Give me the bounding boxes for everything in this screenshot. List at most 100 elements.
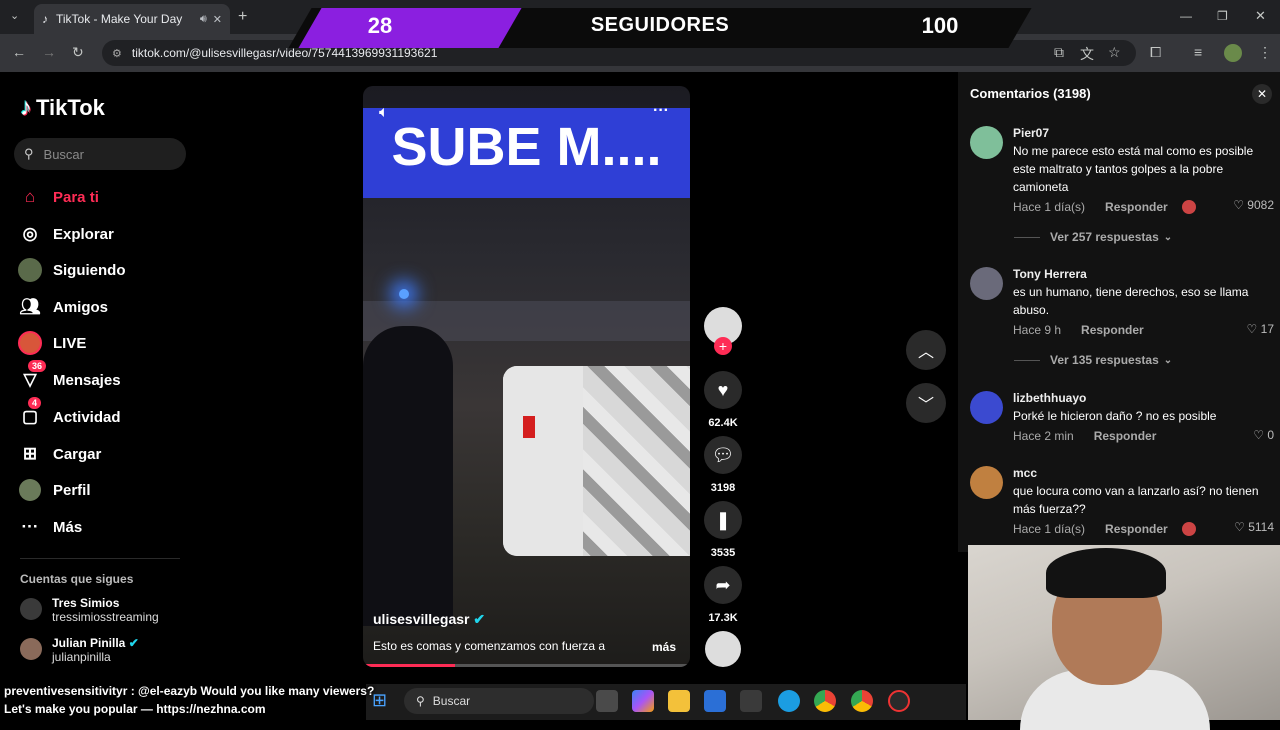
- comment-author[interactable]: mcc: [1013, 466, 1276, 480]
- reply-button[interactable]: Responder: [1105, 522, 1168, 536]
- tab-search-icon[interactable]: ⌄: [10, 9, 19, 22]
- reply-button[interactable]: Responder: [1105, 200, 1168, 214]
- sidebar-item-cargar[interactable]: ⊞ Cargar: [18, 441, 101, 467]
- volume-icon[interactable]: 🔈︎: [379, 104, 389, 122]
- comment-author[interactable]: lizbethhuayo: [1013, 391, 1276, 405]
- creator-avatar-button[interactable]: +: [703, 307, 743, 355]
- follow-plus-icon[interactable]: +: [714, 337, 732, 355]
- video-more-link[interactable]: más: [652, 640, 676, 654]
- sidebar-item-actividad[interactable]: ▢ 4 Actividad: [18, 397, 121, 430]
- back-icon[interactable]: ←: [12, 44, 26, 60]
- reload-icon[interactable]: ↻: [72, 44, 84, 61]
- copilot-icon[interactable]: [632, 690, 654, 712]
- account-name: Julian Pinilla: [52, 636, 126, 650]
- followed-account[interactable]: Julian Pinilla ✔ julianpinilla: [20, 636, 139, 664]
- avatar[interactable]: [970, 391, 1003, 424]
- install-app-icon[interactable]: ⧉: [1054, 44, 1064, 61]
- save-button[interactable]: ❚ 3535: [703, 501, 743, 559]
- reply-button[interactable]: Responder: [1094, 429, 1157, 443]
- reading-list-icon[interactable]: ≡: [1194, 44, 1202, 60]
- video-author-name: ulisesvillegasr: [373, 611, 470, 627]
- next-video-button[interactable]: ﹀: [906, 383, 946, 423]
- window-close-icon[interactable]: ✕: [1255, 8, 1266, 24]
- comment-like-count: 17: [1260, 322, 1274, 336]
- messages-badge: 36: [28, 360, 47, 372]
- site-info-icon[interactable]: ⚙: [112, 47, 122, 60]
- new-tab-icon[interactable]: +: [238, 8, 247, 26]
- translate-icon[interactable]: 文: [1080, 44, 1094, 64]
- video-options-icon[interactable]: ···: [653, 102, 669, 120]
- comment-like-button[interactable]: ♡ 0: [1253, 428, 1274, 442]
- browser-tab[interactable]: ♪ TikTok - Make Your Day 🔊︎ ✕: [34, 4, 230, 34]
- minimize-icon[interactable]: —: [1180, 9, 1192, 23]
- close-icon[interactable]: ✕: [1252, 84, 1272, 104]
- video-scene-truck-side: [503, 366, 583, 556]
- verified-icon: ✔: [128, 636, 139, 650]
- tiktok-logo[interactable]: ♪ TikTok: [20, 94, 105, 122]
- edge-icon[interactable]: [778, 690, 800, 712]
- sidebar-item-amigos[interactable]: 👥︎ Amigos: [18, 294, 108, 320]
- avatar[interactable]: [970, 267, 1003, 300]
- profile-avatar[interactable]: [1224, 44, 1242, 62]
- music-disc-button[interactable]: [703, 631, 743, 667]
- extensions-icon[interactable]: ⧠: [1150, 44, 1161, 61]
- followed-account[interactable]: Tres Simios tressimiosstreaming: [20, 596, 159, 624]
- video-scene-light: [399, 289, 409, 299]
- share-button[interactable]: ➦ 17.3K: [703, 566, 743, 624]
- heart-icon: ♥: [704, 371, 742, 409]
- goal-target: 100: [921, 13, 959, 38]
- sidebar-item-label: Explorar: [53, 225, 114, 243]
- store-icon[interactable]: [704, 690, 726, 712]
- tab-close-icon[interactable]: ✕: [213, 13, 222, 26]
- view-replies-button[interactable]: Ver 257 respuestas ⌄: [1014, 230, 1172, 244]
- comment-author[interactable]: Pier07: [1013, 126, 1276, 140]
- sidebar-item-para-ti[interactable]: ⌂ Para ti: [18, 184, 99, 210]
- taskbar-search[interactable]: ⚲ Buscar: [404, 688, 594, 714]
- comment-button[interactable]: 💬︎ 3198: [703, 436, 743, 494]
- sidebar-item-live[interactable]: LIVE: [18, 330, 86, 356]
- friends-icon: 👥︎: [19, 297, 41, 316]
- sidebar-item-siguiendo[interactable]: Siguiendo: [18, 257, 126, 283]
- sidebar-item-mensajes[interactable]: ▽ 36 Mensajes: [18, 360, 121, 393]
- video-author[interactable]: ulisesvillegasr ✔: [373, 611, 485, 628]
- task-view-icon[interactable]: [596, 690, 618, 712]
- comment-time: Hace 1 día(s): [1013, 200, 1086, 214]
- file-explorer-icon[interactable]: [668, 690, 690, 712]
- forward-icon[interactable]: →: [42, 44, 56, 60]
- avatar[interactable]: [970, 126, 1003, 159]
- comment-time: Hace 9 h: [1013, 323, 1062, 337]
- video-player[interactable]: SUBE M.... 🔈︎ ··· ulisesvillegasr ✔ Esto…: [363, 86, 690, 667]
- replies-divider: [1014, 236, 1040, 238]
- recording-app-icon[interactable]: [888, 690, 910, 712]
- comment-like-button[interactable]: ♡ 9082: [1233, 198, 1274, 212]
- previous-video-button[interactable]: ︿: [906, 330, 946, 370]
- sidebar-item-mas[interactable]: ··· Más: [18, 514, 83, 540]
- view-replies-button[interactable]: Ver 135 respuestas ⌄: [1014, 353, 1172, 367]
- sidebar-item-perfil[interactable]: Perfil: [18, 477, 91, 503]
- obs-icon[interactable]: [740, 690, 762, 712]
- comment-icon: 💬︎: [704, 436, 742, 474]
- reply-button[interactable]: Responder: [1081, 323, 1144, 337]
- account-name: Tres Simios: [52, 596, 120, 610]
- chrome-active-icon[interactable]: [851, 690, 873, 712]
- tab-audio-icon[interactable]: 🔊︎: [200, 13, 207, 26]
- search-input[interactable]: ⚲ Buscar: [14, 138, 186, 170]
- heart-outline-icon: ♡: [1246, 322, 1258, 336]
- browser-menu-icon[interactable]: ⋮: [1258, 44, 1272, 61]
- like-button[interactable]: ♥ 62.4K: [703, 371, 743, 429]
- sidebar-item-explorar[interactable]: ◎ Explorar: [18, 221, 114, 247]
- heart-outline-icon: ♡: [1233, 198, 1244, 212]
- comment-like-count: 5114: [1248, 520, 1274, 534]
- tiktok-note-icon: ♪: [20, 94, 32, 121]
- maximize-icon[interactable]: ❐: [1217, 9, 1228, 23]
- tiktok-favicon-icon: ♪: [42, 12, 48, 26]
- video-progress-fill: [363, 664, 455, 667]
- sidebar-item-label: Amigos: [53, 298, 109, 316]
- comments-title: Comentarios (3198): [970, 86, 1091, 101]
- comment-like-button[interactable]: ♡ 17: [1247, 322, 1274, 336]
- avatar[interactable]: [970, 466, 1003, 499]
- comment-author[interactable]: Tony Herrera: [1013, 267, 1276, 281]
- bookmark-star-icon[interactable]: ☆: [1108, 44, 1121, 61]
- chrome-icon[interactable]: [814, 690, 836, 712]
- comment-like-button[interactable]: ♡ 5114: [1234, 520, 1274, 534]
